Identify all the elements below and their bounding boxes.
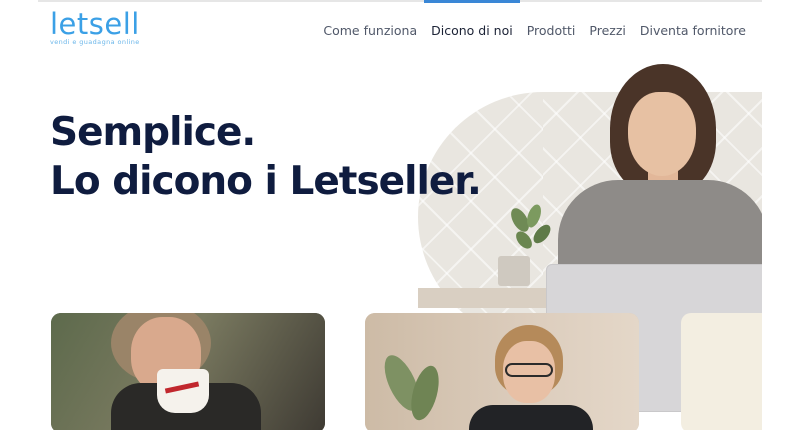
nav-prezzi[interactable]: Prezzi — [582, 0, 632, 60]
nav-dicono-di-noi[interactable]: Dicono di noi — [424, 0, 520, 60]
plant-pot — [498, 256, 530, 286]
nav-prodotti[interactable]: Prodotti — [520, 0, 583, 60]
main-navigation: Come funziona Dicono di noi Prodotti Pre… — [316, 0, 753, 60]
logo[interactable]: letsell vendi e guadagna online — [50, 8, 140, 46]
page: letsell vendi e guadagna online Come fun… — [38, 0, 762, 430]
testimonial-2-body — [469, 405, 593, 430]
hero-headline-line-1: Semplice. — [50, 110, 256, 155]
testimonial-card-2[interactable] — [365, 313, 639, 430]
testimonial-card-3[interactable] — [681, 313, 762, 430]
logo-wordmark: letsell — [50, 7, 140, 41]
testimonial-2-glasses — [505, 363, 553, 377]
nav-diventa-fornitore[interactable]: Diventa fornitore — [633, 0, 753, 60]
testimonial-card-1[interactable] — [51, 313, 325, 430]
hero-headline: Semplice. Lo dicono i Letseller. — [50, 108, 482, 206]
hero-headline-line-2: Lo dicono i Letseller. — [50, 159, 482, 204]
plant-illustration — [511, 204, 551, 249]
logo-tagline: vendi e guadagna online — [50, 38, 140, 46]
nav-come-funziona[interactable]: Come funziona — [316, 0, 424, 60]
woman-face — [628, 92, 696, 176]
